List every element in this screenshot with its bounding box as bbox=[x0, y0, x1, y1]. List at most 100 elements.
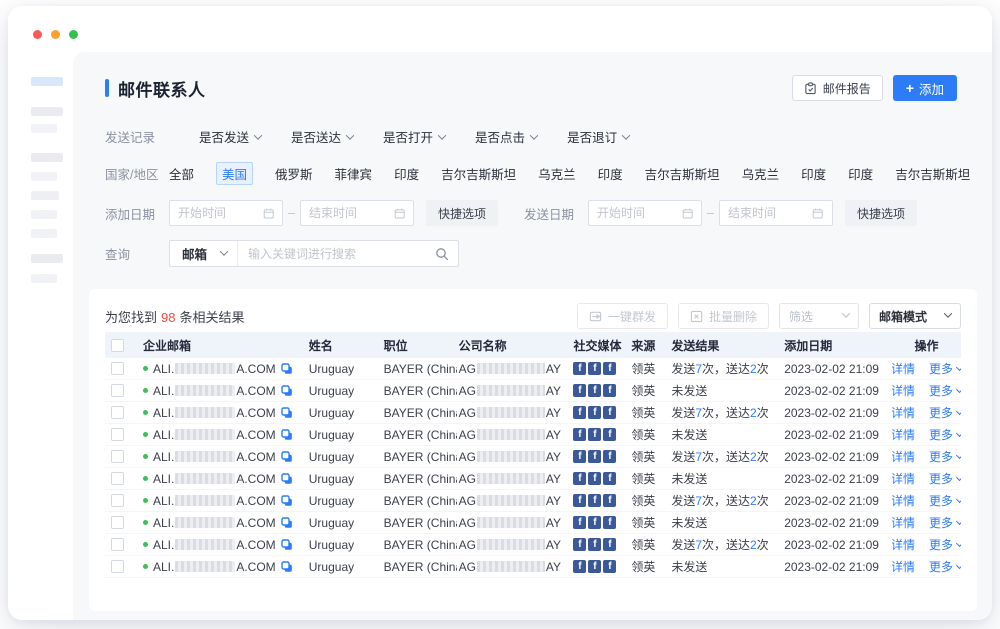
country-option[interactable]: 俄罗斯 bbox=[275, 164, 313, 183]
copy-icon[interactable] bbox=[281, 429, 293, 441]
facebook-icon[interactable]: f bbox=[573, 516, 586, 529]
more-link[interactable]: 更多 bbox=[929, 448, 961, 465]
more-link[interactable]: 更多 bbox=[929, 514, 961, 531]
facebook-icon[interactable]: f bbox=[573, 384, 586, 397]
row-checkbox[interactable] bbox=[111, 362, 124, 375]
filter-dropdown[interactable]: 是否发送 bbox=[199, 127, 261, 146]
row-checkbox[interactable] bbox=[111, 538, 124, 551]
detail-link[interactable]: 详情 bbox=[892, 404, 915, 421]
facebook-icon[interactable]: f bbox=[588, 406, 601, 419]
detail-link[interactable]: 详情 bbox=[892, 536, 915, 553]
row-checkbox[interactable] bbox=[111, 516, 124, 529]
country-option[interactable]: 印度 bbox=[598, 164, 623, 183]
detail-link[interactable]: 详情 bbox=[892, 514, 915, 531]
add-date-start-input[interactable] bbox=[169, 200, 283, 226]
facebook-icon[interactable]: f bbox=[588, 362, 601, 375]
detail-link[interactable]: 详情 bbox=[892, 426, 915, 443]
facebook-icon[interactable]: f bbox=[603, 362, 616, 375]
country-option-selected[interactable]: 美国 bbox=[216, 162, 253, 185]
country-option[interactable]: 乌克兰 bbox=[742, 164, 780, 183]
add-date-quick-options-button[interactable]: 快捷选项 bbox=[426, 200, 498, 226]
facebook-icon[interactable]: f bbox=[603, 560, 616, 573]
email-report-button[interactable]: 邮件报告 bbox=[792, 75, 883, 101]
facebook-icon[interactable]: f bbox=[588, 538, 601, 551]
copy-icon[interactable] bbox=[281, 407, 293, 419]
facebook-icon[interactable]: f bbox=[588, 494, 601, 507]
facebook-icon[interactable]: f bbox=[588, 560, 601, 573]
more-link[interactable]: 更多 bbox=[929, 360, 961, 377]
copy-icon[interactable] bbox=[281, 517, 293, 529]
country-option[interactable]: 乌克兰 bbox=[538, 164, 576, 183]
search-input[interactable] bbox=[238, 247, 435, 261]
filter-dropdown[interactable]: 是否送达 bbox=[291, 127, 353, 146]
row-checkbox[interactable] bbox=[111, 494, 124, 507]
country-option[interactable]: 印度 bbox=[801, 164, 826, 183]
start-time-field[interactable] bbox=[178, 206, 263, 220]
select-all-checkbox[interactable] bbox=[111, 339, 124, 352]
country-option[interactable]: 菲律宾 bbox=[335, 164, 373, 183]
row-checkbox[interactable] bbox=[111, 560, 124, 573]
more-link[interactable]: 更多 bbox=[929, 470, 961, 487]
more-link[interactable]: 更多 bbox=[929, 426, 961, 443]
facebook-icon[interactable]: f bbox=[588, 516, 601, 529]
filter-dropdown[interactable]: 是否点击 bbox=[475, 127, 537, 146]
copy-icon[interactable] bbox=[281, 561, 293, 573]
detail-link[interactable]: 详情 bbox=[892, 492, 915, 509]
copy-icon[interactable] bbox=[281, 385, 293, 397]
facebook-icon[interactable]: f bbox=[573, 494, 586, 507]
copy-icon[interactable] bbox=[281, 539, 293, 551]
facebook-icon[interactable]: f bbox=[603, 494, 616, 507]
copy-icon[interactable] bbox=[281, 363, 293, 375]
more-link[interactable]: 更多 bbox=[929, 404, 961, 421]
send-date-quick-options-button[interactable]: 快捷选项 bbox=[845, 200, 917, 226]
facebook-icon[interactable]: f bbox=[573, 560, 586, 573]
country-option[interactable]: 吉尔吉斯斯坦 bbox=[645, 164, 720, 183]
facebook-icon[interactable]: f bbox=[603, 450, 616, 463]
search-icon[interactable] bbox=[435, 247, 449, 261]
query-type-select[interactable]: 邮箱 bbox=[170, 241, 238, 266]
filter-select[interactable]: 筛选 bbox=[779, 303, 859, 329]
copy-icon[interactable] bbox=[281, 495, 293, 507]
facebook-icon[interactable]: f bbox=[573, 472, 586, 485]
detail-link[interactable]: 详情 bbox=[892, 382, 915, 399]
facebook-icon[interactable]: f bbox=[588, 472, 601, 485]
bulk-send-button[interactable]: 一键群发 bbox=[577, 303, 668, 329]
facebook-icon[interactable]: f bbox=[603, 406, 616, 419]
country-option[interactable]: 印度 bbox=[394, 164, 419, 183]
add-date-end-input[interactable] bbox=[300, 200, 414, 226]
country-option[interactable]: 吉尔吉斯斯坦 bbox=[895, 164, 970, 183]
copy-icon[interactable] bbox=[281, 473, 293, 485]
facebook-icon[interactable]: f bbox=[588, 384, 601, 397]
detail-link[interactable]: 详情 bbox=[892, 448, 915, 465]
start-time-field[interactable] bbox=[597, 206, 682, 220]
country-option[interactable]: 吉尔吉斯斯坦 bbox=[441, 164, 516, 183]
more-link[interactable]: 更多 bbox=[929, 492, 961, 509]
more-link[interactable]: 更多 bbox=[929, 536, 961, 553]
facebook-icon[interactable]: f bbox=[573, 428, 586, 441]
facebook-icon[interactable]: f bbox=[603, 472, 616, 485]
detail-link[interactable]: 详情 bbox=[892, 558, 915, 575]
facebook-icon[interactable]: f bbox=[603, 516, 616, 529]
row-checkbox[interactable] bbox=[111, 384, 124, 397]
row-checkbox[interactable] bbox=[111, 450, 124, 463]
facebook-icon[interactable]: f bbox=[588, 428, 601, 441]
detail-link[interactable]: 详情 bbox=[892, 360, 915, 377]
copy-icon[interactable] bbox=[281, 451, 293, 463]
facebook-icon[interactable]: f bbox=[573, 362, 586, 375]
more-link[interactable]: 更多 bbox=[929, 558, 961, 575]
facebook-icon[interactable]: f bbox=[603, 428, 616, 441]
end-time-field[interactable] bbox=[728, 206, 813, 220]
facebook-icon[interactable]: f bbox=[588, 450, 601, 463]
row-checkbox[interactable] bbox=[111, 472, 124, 485]
row-checkbox[interactable] bbox=[111, 428, 124, 441]
row-checkbox[interactable] bbox=[111, 406, 124, 419]
facebook-icon[interactable]: f bbox=[603, 538, 616, 551]
send-date-end-input[interactable] bbox=[719, 200, 833, 226]
filter-dropdown[interactable]: 是否打开 bbox=[383, 127, 445, 146]
facebook-icon[interactable]: f bbox=[573, 538, 586, 551]
end-time-field[interactable] bbox=[309, 206, 394, 220]
filter-dropdown[interactable]: 是否退订 bbox=[567, 127, 629, 146]
send-date-start-input[interactable] bbox=[588, 200, 702, 226]
facebook-icon[interactable]: f bbox=[603, 384, 616, 397]
mode-select[interactable]: 邮箱模式 bbox=[869, 303, 961, 329]
